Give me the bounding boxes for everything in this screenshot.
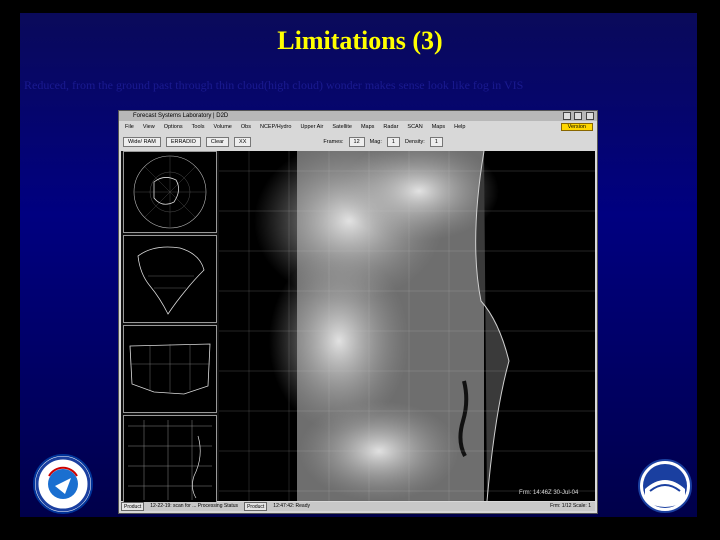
- menu-ncep-hydro[interactable]: NCEP/Hydro: [260, 124, 291, 130]
- menu-bar: File View Options Tools Volume Obs NCEP/…: [119, 121, 597, 133]
- window-title: Forecast Systems Laboratory | D2D: [133, 113, 229, 119]
- menu-file[interactable]: File: [125, 124, 134, 130]
- display-area: Frm: 14:46Z 30-Jul-04: [121, 151, 595, 503]
- menu-upper-air[interactable]: Upper Air: [300, 124, 323, 130]
- slide: Limitations (3) Reduced, from the ground…: [0, 0, 720, 540]
- d2d-window: Forecast Systems Laboratory | D2D File V…: [118, 110, 598, 514]
- menu-maps[interactable]: Maps: [361, 124, 374, 130]
- nws-logo: [33, 454, 93, 514]
- frames-label: Frames:: [323, 138, 344, 145]
- version-button[interactable]: Version: [560, 123, 593, 131]
- noaa-logo: [638, 459, 692, 513]
- close-button[interactable]: [586, 112, 594, 120]
- polar-map-pane[interactable]: [123, 151, 217, 233]
- window-titlebar: Forecast Systems Laboratory | D2D: [119, 111, 597, 121]
- toolbar: Wide/ RAM ERRADIO Clear XX Frames: 12 Ma…: [119, 133, 597, 150]
- window-controls: [561, 112, 594, 124]
- noaa-logo-graphic: [643, 464, 687, 508]
- mag-select[interactable]: 1: [386, 136, 400, 147]
- menu-view[interactable]: View: [143, 124, 155, 130]
- status-text-right: Frm: 1/12 Scale: 1: [550, 503, 591, 509]
- clear-button[interactable]: Clear: [205, 136, 230, 147]
- side-panels: [121, 151, 217, 503]
- menu-options[interactable]: Options: [164, 124, 183, 130]
- status-text-mid: 12:47:42: Ready: [273, 503, 310, 509]
- mag-label: Mag:: [369, 138, 382, 145]
- menu-tools[interactable]: Tools: [192, 124, 205, 130]
- product-button-mid[interactable]: Product: [244, 502, 268, 511]
- frame-timestamp: Frm: 14:46Z 30-Jul-04: [519, 490, 579, 496]
- menu-radar[interactable]: Radar: [383, 124, 398, 130]
- menu-scan[interactable]: SCAN: [407, 124, 422, 130]
- map-scale-select[interactable]: Wide/ RAM: [123, 136, 161, 147]
- regional-map: [128, 420, 212, 500]
- menu-obs[interactable]: Obs: [241, 124, 251, 130]
- slide-title: Limitations (3): [277, 26, 443, 55]
- nws-logo-graphic: [35, 456, 91, 512]
- frame-select[interactable]: XX: [234, 136, 252, 147]
- menu-maps-2[interactable]: Maps: [432, 124, 445, 130]
- polar-map: [133, 155, 207, 229]
- conus-map-pane[interactable]: [123, 325, 217, 413]
- menu-help[interactable]: Help: [454, 124, 465, 130]
- frames-select[interactable]: 12: [348, 136, 365, 147]
- menu-satellite[interactable]: Satellite: [332, 124, 352, 130]
- density-select[interactable]: 1: [429, 136, 443, 147]
- menu-volume[interactable]: Volume: [214, 124, 232, 130]
- north-america-map: [137, 246, 205, 315]
- density-label: Density:: [404, 138, 425, 145]
- slide-subtitle: Reduced, from the ground past through th…: [24, 78, 524, 92]
- visible-satellite-image: Frm: 14:46Z 30-Jul-04: [219, 151, 595, 501]
- satellite-image-pane[interactable]: Frm: 14:46Z 30-Jul-04: [219, 151, 595, 501]
- north-america-map-pane[interactable]: [123, 235, 217, 323]
- maximize-button[interactable]: [574, 112, 583, 120]
- product-button-left[interactable]: Product: [121, 502, 145, 511]
- mode-select[interactable]: ERRADIO: [165, 136, 201, 147]
- status-text-left: 12-22-19: scan for ... Processing Status: [150, 503, 239, 509]
- conus-map: [129, 343, 211, 395]
- regional-map-pane[interactable]: [123, 415, 217, 503]
- minimize-button[interactable]: [562, 112, 571, 120]
- status-bar: Product 12-22-19: scan for ... Processin…: [121, 502, 595, 511]
